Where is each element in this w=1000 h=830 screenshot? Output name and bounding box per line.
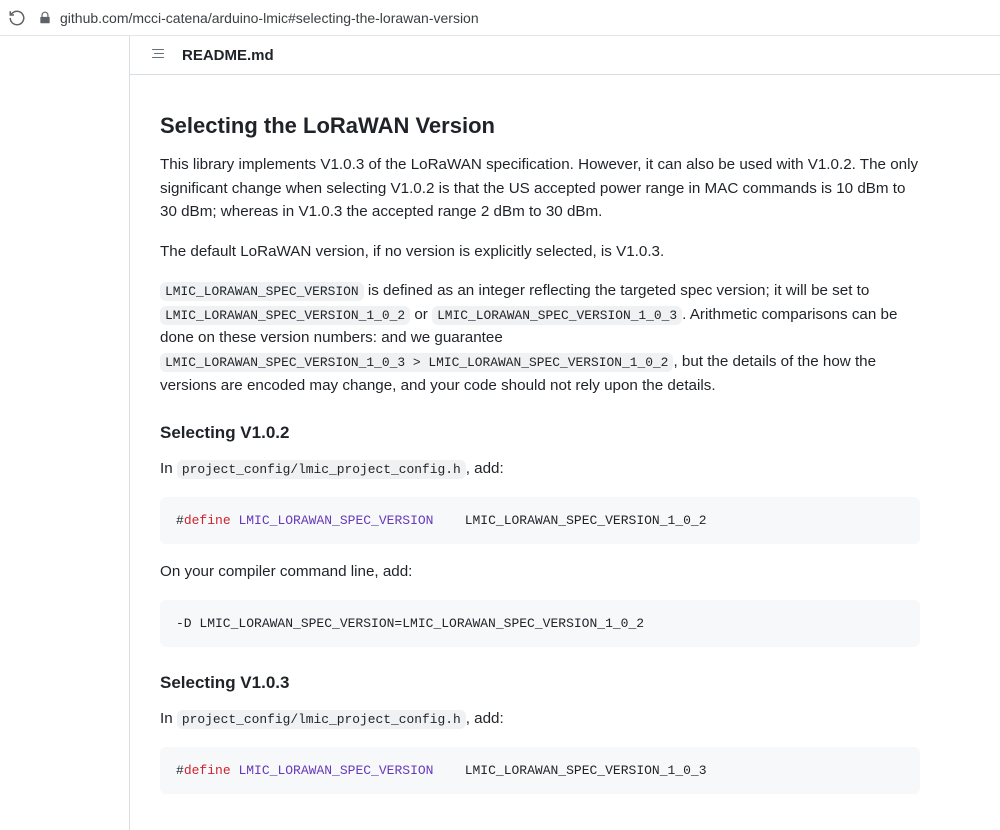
url-bar[interactable]: github.com/mcci-catena/arduino-lmic#sele… [38,10,479,26]
url-text: github.com/mcci-catena/arduino-lmic#sele… [60,10,479,26]
paragraph: In project_config/lmic_project_config.h,… [160,707,920,731]
readme-content: Selecting the LoRaWAN Version This libra… [130,75,950,830]
toc-icon[interactable] [150,46,168,64]
file-name: README.md [182,47,274,64]
inline-code: project_config/lmic_project_config.h [177,460,466,479]
inline-code: LMIC_LORAWAN_SPEC_VERSION_1_0_3 [432,306,682,325]
file-header: README.md [130,36,1000,75]
inline-code: LMIC_LORAWAN_SPEC_VERSION_1_0_2 [160,306,410,325]
paragraph: The default LoRaWAN version, if no versi… [160,240,920,264]
subsection-heading: Selecting V1.0.2 [160,423,920,443]
lock-icon [38,11,52,25]
browser-toolbar: github.com/mcci-catena/arduino-lmic#sele… [0,0,1000,36]
paragraph: LMIC_LORAWAN_SPEC_VERSION is defined as … [160,279,920,397]
code-block: #define LMIC_LORAWAN_SPEC_VERSION LMIC_L… [160,497,920,545]
inline-code: LMIC_LORAWAN_SPEC_VERSION [160,282,364,301]
paragraph: In project_config/lmic_project_config.h,… [160,457,920,481]
paragraph: This library implements V1.0.3 of the Lo… [160,153,920,224]
left-gutter [0,36,130,830]
reload-icon[interactable] [8,9,26,27]
code-block: #define LMIC_LORAWAN_SPEC_VERSION LMIC_L… [160,747,920,795]
inline-code: LMIC_LORAWAN_SPEC_VERSION_1_0_3 > LMIC_L… [160,353,673,372]
section-heading: Selecting the LoRaWAN Version [160,113,920,139]
paragraph: On your compiler command line, add: [160,560,920,584]
inline-code: project_config/lmic_project_config.h [177,710,466,729]
subsection-heading: Selecting V1.0.3 [160,673,920,693]
code-block: -D LMIC_LORAWAN_SPEC_VERSION=LMIC_LORAWA… [160,600,920,648]
